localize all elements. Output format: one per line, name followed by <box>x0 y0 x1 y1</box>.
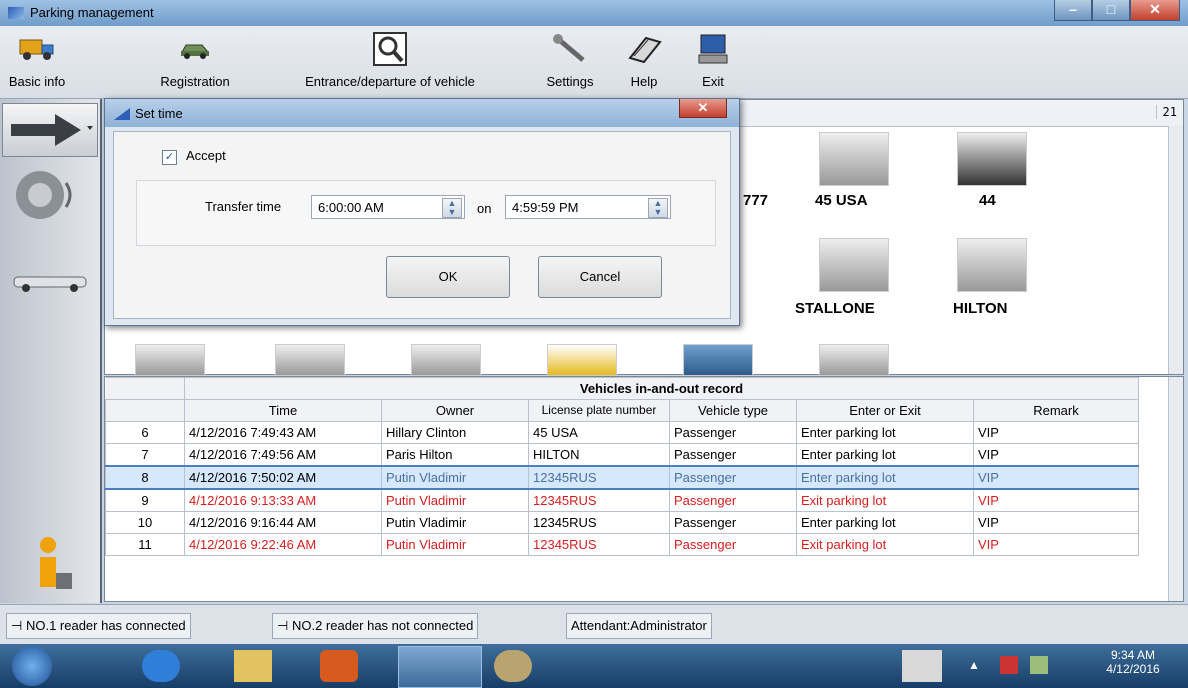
pen-tray-icon[interactable] <box>902 650 942 682</box>
reader-icon: ⊣ <box>277 618 289 633</box>
right-arrow-icon <box>11 114 93 146</box>
car-thumbnail[interactable] <box>819 238 889 292</box>
direction-arrow-button[interactable] <box>2 103 98 157</box>
status-bar: ⊣ NO.1 reader has connected ⊣ NO.2 reade… <box>0 604 1188 645</box>
car-thumbnail[interactable] <box>547 344 617 376</box>
settings-button[interactable]: Settings <box>532 30 608 89</box>
car-label: STALLONE <box>795 300 875 317</box>
table-row[interactable]: 7 4/12/2016 7:49:56 AM Paris Hilton HILT… <box>105 443 1139 467</box>
help-button[interactable]: Help <box>616 30 672 89</box>
dialog-title: Set time <box>135 106 183 121</box>
from-time-picker[interactable]: 6:00:00 AM ▲ ▼ <box>311 195 465 219</box>
exit-button[interactable]: Exit <box>688 30 738 89</box>
dialog-close-button[interactable]: ✕ <box>679 99 727 118</box>
dialog-title-bar: Set time ✕ <box>105 99 739 127</box>
car-thumbnail[interactable] <box>957 238 1027 292</box>
to-time-picker[interactable]: 4:59:59 PM ▲ ▼ <box>505 195 671 219</box>
info-icon <box>40 537 72 589</box>
table-row-selected[interactable]: 8 4/12/2016 7:50:02 AM Putin Vladimir 12… <box>105 465 1139 490</box>
window-title: Parking management <box>30 5 154 20</box>
set-time-dialog: Set time ✕ ✓ Accept Transfer time 6:00:0… <box>104 98 740 326</box>
tray-expand-icon[interactable]: ▲ <box>968 658 980 672</box>
table-row[interactable]: 9 4/12/2016 9:13:33 AM Putin Vladimir 12… <box>105 488 1139 512</box>
book-icon <box>626 30 662 68</box>
column-header-owner[interactable]: Owner <box>381 399 529 422</box>
reader1-status: ⊣ NO.1 reader has connected <box>6 613 191 639</box>
network-icon[interactable] <box>1030 656 1048 674</box>
car-thumbnail[interactable] <box>819 344 889 376</box>
car-label: HILTON <box>953 300 1008 317</box>
row-number-header <box>105 399 185 422</box>
corner-cell <box>105 377 185 400</box>
title-bar: Parking management – □ ✕ <box>0 0 1188 26</box>
maximize-button[interactable]: □ <box>1092 0 1130 21</box>
left-panel <box>0 99 102 603</box>
from-time-spinner[interactable]: ▲ ▼ <box>442 198 462 218</box>
table-row[interactable]: 10 4/12/2016 9:16:44 AM Putin Vladimir 1… <box>105 511 1139 534</box>
column-header-remark[interactable]: Remark <box>973 399 1139 422</box>
browser-icon[interactable] <box>142 650 180 682</box>
to-time-spinner[interactable]: ▲ ▼ <box>648 198 668 218</box>
paint-icon[interactable] <box>494 650 532 682</box>
car-thumbnail[interactable] <box>957 132 1027 186</box>
clock[interactable]: 9:34 AM 4/12/2016 <box>1098 648 1168 676</box>
table-scrollbar[interactable] <box>1168 377 1183 601</box>
computer-icon <box>698 30 728 68</box>
car-label: 44 <box>979 192 996 209</box>
speaker-icon <box>16 171 72 219</box>
cancel-button[interactable]: Cancel <box>538 256 662 298</box>
main-toolbar: Basic info Registration Entrance/departu… <box>0 26 1188 99</box>
clock-time: 9:34 AM <box>1110 648 1156 662</box>
parking-app-taskbar-button[interactable] <box>398 646 482 688</box>
vehicle-record-table: Vehicles in-and-out record Time Owner Li… <box>104 376 1184 602</box>
truck-icon <box>19 30 55 68</box>
folder-icon[interactable] <box>234 650 272 682</box>
app-icon <box>8 7 24 19</box>
column-header-vehicle-type[interactable]: Vehicle type <box>669 399 797 422</box>
accept-checkbox[interactable]: ✓ <box>162 150 177 165</box>
minimize-button[interactable]: – <box>1054 0 1092 21</box>
reader2-status: ⊣ NO.2 reader has not connected <box>272 613 479 639</box>
car-thumbnail[interactable] <box>275 344 345 376</box>
car-thumbnail[interactable] <box>411 344 481 376</box>
limousine-icon <box>13 276 87 292</box>
entrance-departure-button[interactable]: Entrance/departure of vehicle <box>270 30 510 89</box>
accept-label: Accept <box>186 148 226 163</box>
flag-icon[interactable] <box>1000 656 1018 674</box>
attendant-status: Attendant:Administrator <box>566 613 712 639</box>
basic-info-button[interactable]: Basic info <box>6 30 68 89</box>
close-button[interactable]: ✕ <box>1130 0 1180 21</box>
transfer-time-label: Transfer time <box>205 199 282 214</box>
car-icon <box>180 30 210 68</box>
on-label: on <box>477 201 492 216</box>
start-button[interactable] <box>12 646 52 686</box>
magnifier-icon <box>372 30 408 68</box>
registration-button[interactable]: Registration <box>140 30 250 89</box>
table-row[interactable]: 6 4/12/2016 7:49:43 AM Hillary Clinton 4… <box>105 421 1139 444</box>
car-thumbnail[interactable] <box>819 132 889 186</box>
column-header-plate[interactable]: License plate number <box>528 399 670 422</box>
taskbar: ▲ 9:34 AM 4/12/2016 <box>0 644 1188 688</box>
car-thumbnail[interactable] <box>135 344 205 376</box>
transfer-time-group: Transfer time 6:00:00 AM ▲ ▼ on 4:59:59 P… <box>136 180 716 246</box>
car-thumbnail[interactable] <box>683 344 753 376</box>
clock-date: 4/12/2016 <box>1106 662 1160 676</box>
image-panel-scrollbar[interactable] <box>1168 126 1183 374</box>
car-label: 777 <box>743 192 769 209</box>
ok-button[interactable]: OK <box>386 256 510 298</box>
column-header-time[interactable]: Time <box>184 399 382 422</box>
media-player-icon[interactable] <box>320 650 358 682</box>
record-counter: 21 <box>1155 105 1177 119</box>
app-icon <box>114 108 130 120</box>
reader-icon: ⊣ <box>11 618 23 633</box>
record-title: Vehicles in-and-out record <box>184 377 1139 400</box>
car-label: 45 USA <box>815 192 868 209</box>
column-header-enter-exit[interactable]: Enter or Exit <box>796 399 974 422</box>
table-row[interactable]: 11 4/12/2016 9:22:46 AM Putin Vladimir 1… <box>105 533 1139 556</box>
wrench-icon <box>553 30 587 68</box>
dialog-body: ✓ Accept Transfer time 6:00:00 AM ▲ ▼ on … <box>113 131 731 319</box>
